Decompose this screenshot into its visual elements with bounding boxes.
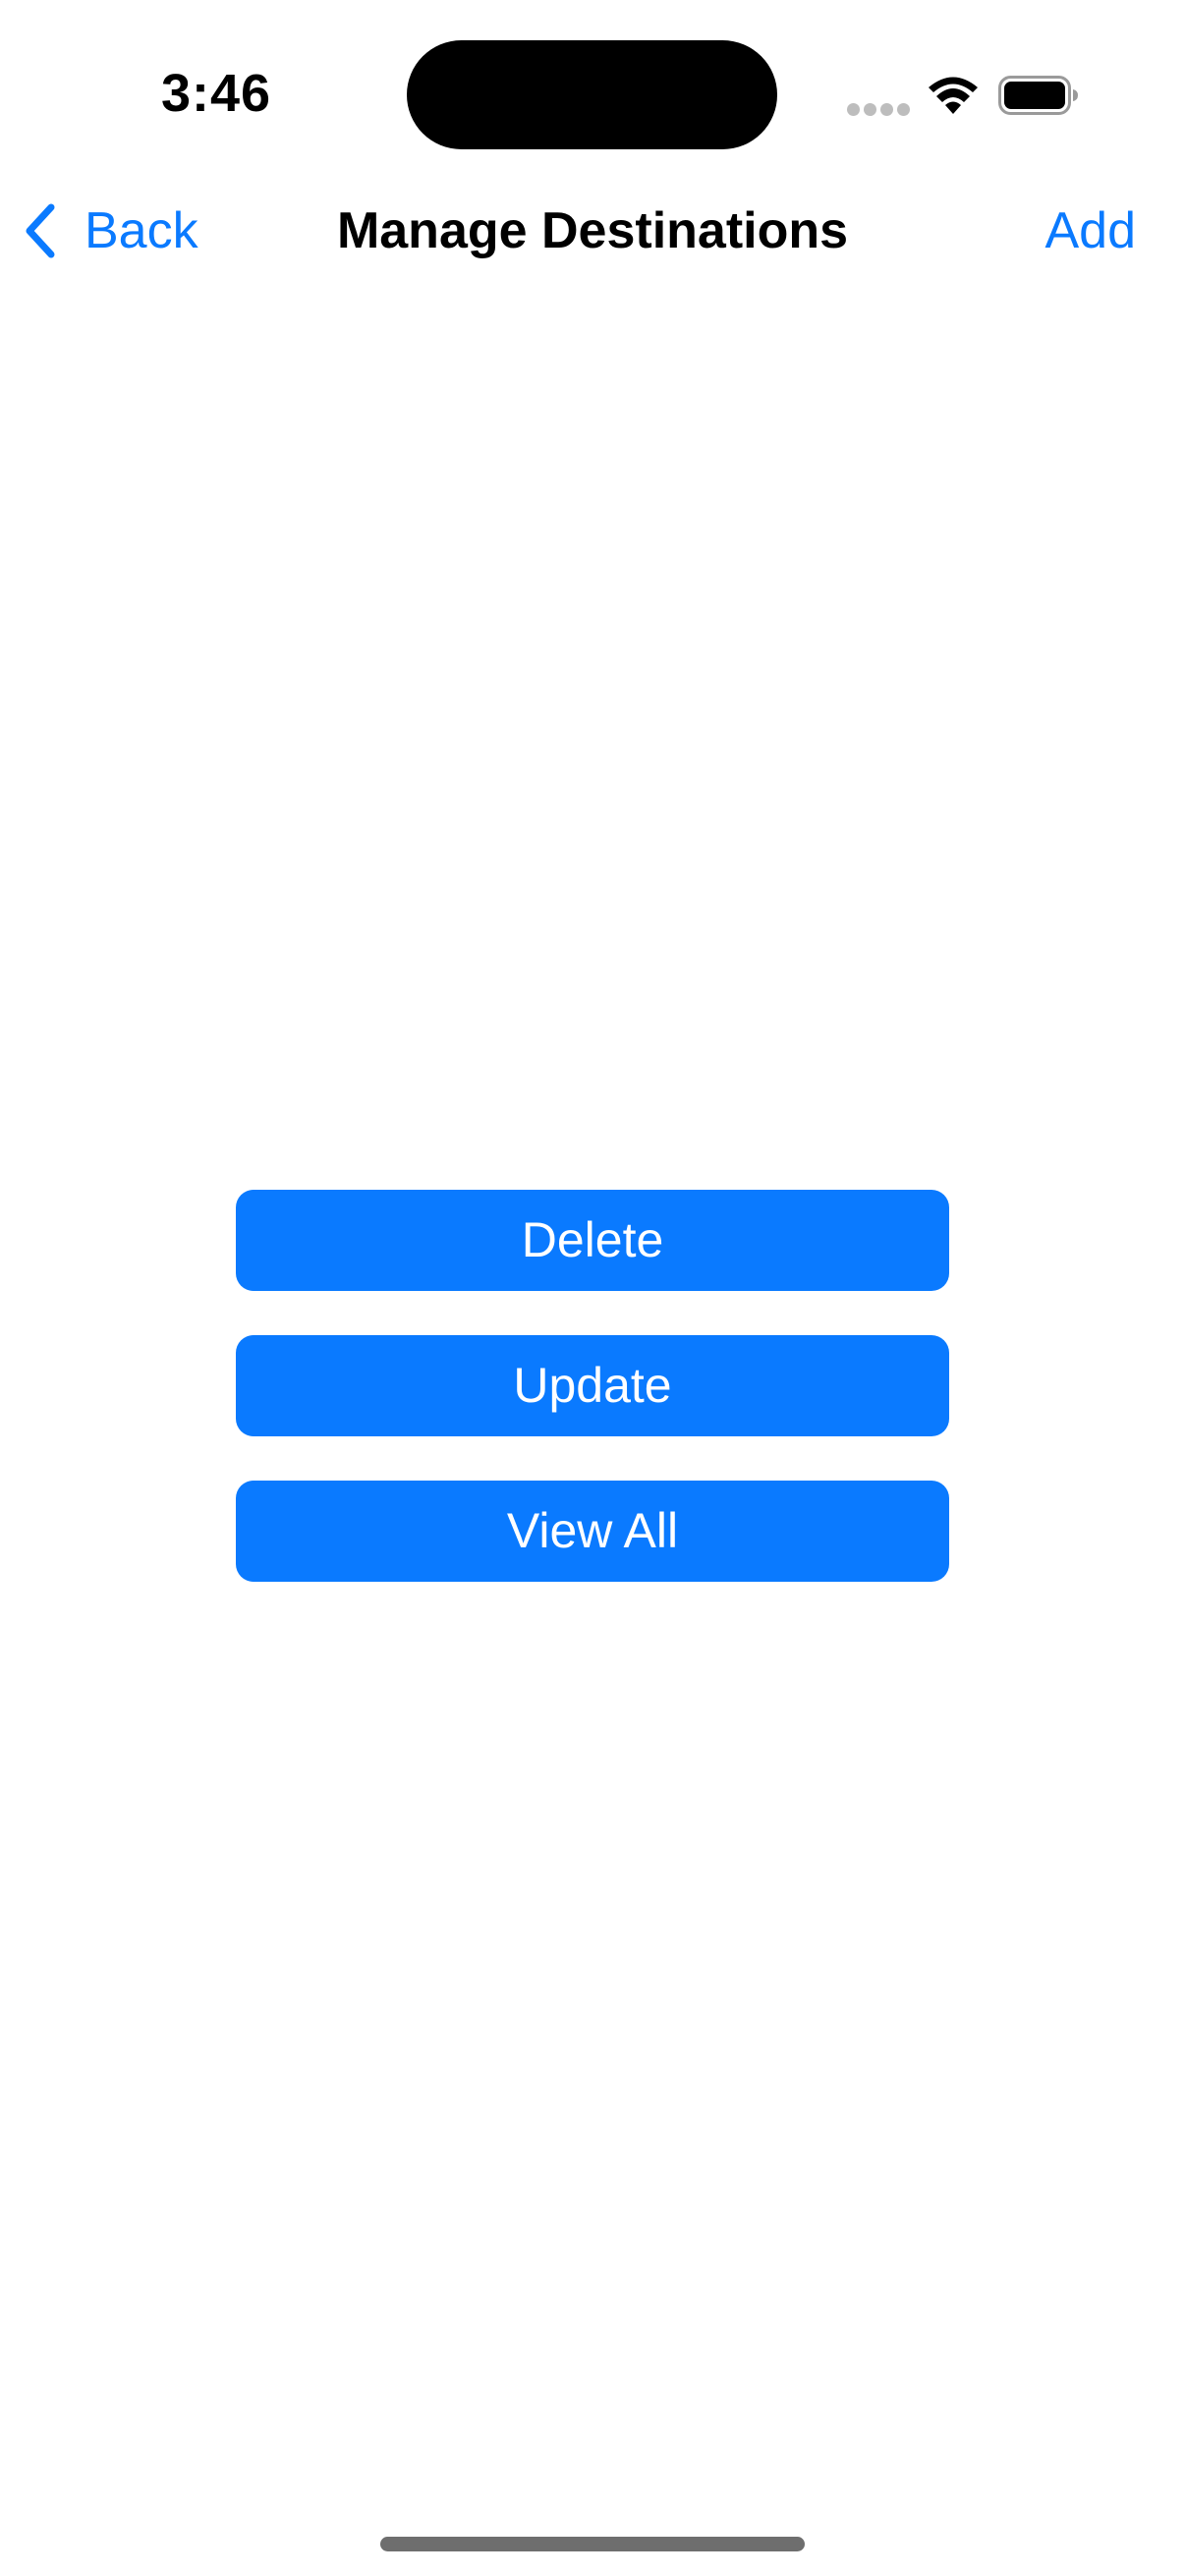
status-time: 3:46 bbox=[160, 64, 272, 123]
add-button[interactable]: Add bbox=[1044, 198, 1136, 263]
cellular-signal-icon bbox=[847, 103, 910, 117]
update-button[interactable]: Update bbox=[236, 1335, 949, 1436]
wifi-icon bbox=[929, 77, 978, 114]
back-button-label: Back bbox=[85, 202, 198, 259]
view-all-button[interactable]: View All bbox=[236, 1481, 949, 1582]
page-title: Manage Destinations bbox=[336, 202, 849, 259]
action-button-group: Delete Update View All bbox=[236, 1190, 949, 1626]
delete-button[interactable]: Delete bbox=[236, 1190, 949, 1291]
battery-icon bbox=[998, 76, 1078, 115]
dynamic-island bbox=[407, 40, 777, 149]
back-button[interactable]: Back bbox=[22, 198, 198, 263]
home-indicator[interactable] bbox=[380, 2537, 805, 2551]
status-bar: 3:46 bbox=[0, 0, 1185, 187]
chevron-left-icon bbox=[26, 203, 55, 258]
navigation-bar: Back Manage Destinations Add bbox=[0, 187, 1185, 275]
